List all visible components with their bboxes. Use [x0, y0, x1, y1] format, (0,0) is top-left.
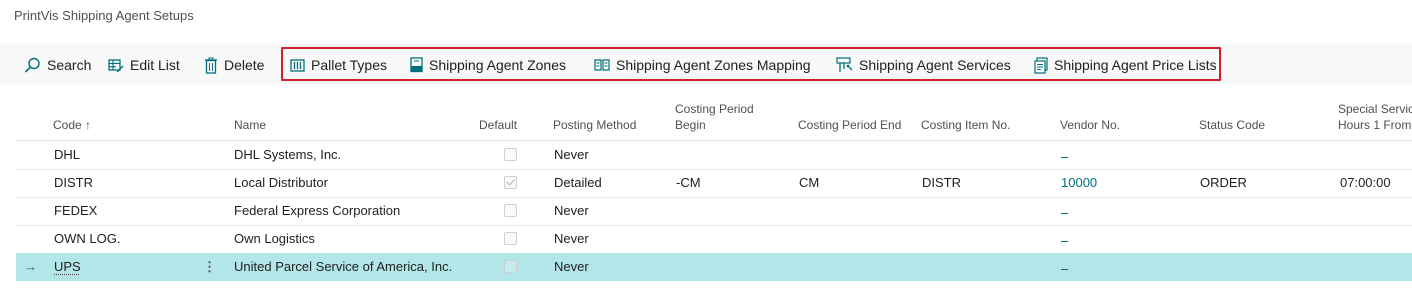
- cell-default-checkbox[interactable]: [504, 260, 517, 273]
- delete-label: Delete: [224, 57, 265, 73]
- col-header-special-service-hours-line2: Hours 1 From: [1338, 118, 1412, 132]
- cell-name[interactable]: United Parcel Service of America, Inc.: [234, 259, 452, 275]
- cell-costing-period-end[interactable]: CM: [799, 175, 819, 191]
- col-header-costing-period-begin[interactable]: Costing Period Begin: [675, 101, 754, 133]
- row-actions-menu-icon[interactable]: ⋮: [203, 259, 216, 275]
- cell-name[interactable]: Own Logistics: [234, 231, 315, 247]
- cell-posting-method[interactable]: Never: [554, 147, 589, 163]
- trash-icon: [205, 57, 217, 74]
- search-button[interactable]: Search: [24, 57, 92, 73]
- cell-default-checkbox[interactable]: [504, 232, 517, 245]
- cell-code[interactable]: UPS: [54, 259, 81, 275]
- col-header-status-code[interactable]: Status Code: [1199, 117, 1265, 133]
- highlight-box: [281, 47, 1221, 81]
- cell-posting-method[interactable]: Never: [554, 203, 589, 219]
- col-header-costing-period-end[interactable]: Costing Period End: [798, 117, 901, 133]
- col-header-costing-item-no[interactable]: Costing Item No.: [921, 117, 1010, 133]
- selected-row-arrow-icon: →: [24, 259, 37, 274]
- cell-name[interactable]: Federal Express Corporation: [234, 203, 400, 219]
- cell-vendor-no-empty[interactable]: [1061, 269, 1068, 270]
- table-row[interactable]: DHL DHL Systems, Inc. Never: [16, 141, 1412, 170]
- cell-code[interactable]: DISTR: [54, 175, 93, 191]
- cell-posting-method[interactable]: Detailed: [554, 175, 602, 191]
- cell-vendor-no-empty[interactable]: [1061, 241, 1068, 242]
- page-title: PrintVis Shipping Agent Setups: [14, 8, 194, 23]
- col-header-special-service-hours-line1: Special Service: [1338, 102, 1412, 116]
- cell-name[interactable]: Local Distributor: [234, 175, 328, 191]
- cell-posting-method[interactable]: Never: [554, 231, 589, 247]
- search-icon: [24, 57, 40, 73]
- col-header-special-service-hours[interactable]: Special Service Hours 1 From: [1338, 101, 1412, 133]
- edit-list-label: Edit List: [130, 57, 180, 73]
- col-header-vendor-no[interactable]: Vendor No.: [1060, 117, 1120, 133]
- cell-default-checkbox[interactable]: [504, 204, 517, 217]
- cell-code[interactable]: FEDEX: [54, 203, 97, 219]
- edit-list-icon: [108, 58, 124, 72]
- table-row[interactable]: DISTR Local Distributor Detailed -CM CM …: [16, 169, 1412, 198]
- cell-posting-method[interactable]: Never: [554, 259, 589, 275]
- edit-list-button[interactable]: Edit List: [108, 57, 180, 73]
- search-label: Search: [47, 57, 92, 73]
- cell-vendor-no-empty[interactable]: [1061, 157, 1068, 158]
- col-header-costing-period-begin-line1: Costing Period: [675, 102, 754, 116]
- cell-name[interactable]: DHL Systems, Inc.: [234, 147, 341, 163]
- cell-costing-period-begin[interactable]: -CM: [676, 175, 701, 191]
- cell-default-checkbox[interactable]: [504, 176, 517, 189]
- col-header-posting-method[interactable]: Posting Method: [553, 117, 636, 133]
- cell-default-checkbox[interactable]: [504, 148, 517, 161]
- table-row[interactable]: OWN LOG. Own Logistics Never: [16, 225, 1412, 254]
- delete-button[interactable]: Delete: [204, 57, 265, 74]
- table-row-selected[interactable]: → UPS ⋮ United Parcel Service of America…: [16, 253, 1412, 281]
- col-header-costing-period-begin-line2: Begin: [675, 118, 706, 132]
- cell-vendor-no-link[interactable]: 10000: [1061, 175, 1097, 191]
- cell-vendor-no-empty[interactable]: [1061, 213, 1068, 214]
- col-header-name[interactable]: Name: [234, 117, 266, 133]
- col-header-default[interactable]: Default: [479, 117, 517, 133]
- cell-costing-item-no[interactable]: DISTR: [922, 175, 961, 191]
- cell-code[interactable]: DHL: [54, 147, 80, 163]
- cell-status-code[interactable]: ORDER: [1200, 175, 1247, 191]
- cell-code[interactable]: OWN LOG.: [54, 231, 120, 247]
- col-header-code[interactable]: Code ↑: [53, 117, 91, 133]
- table-row[interactable]: FEDEX Federal Express Corporation Never: [16, 197, 1412, 226]
- cell-special-service-hours[interactable]: 07:00:00: [1340, 175, 1391, 191]
